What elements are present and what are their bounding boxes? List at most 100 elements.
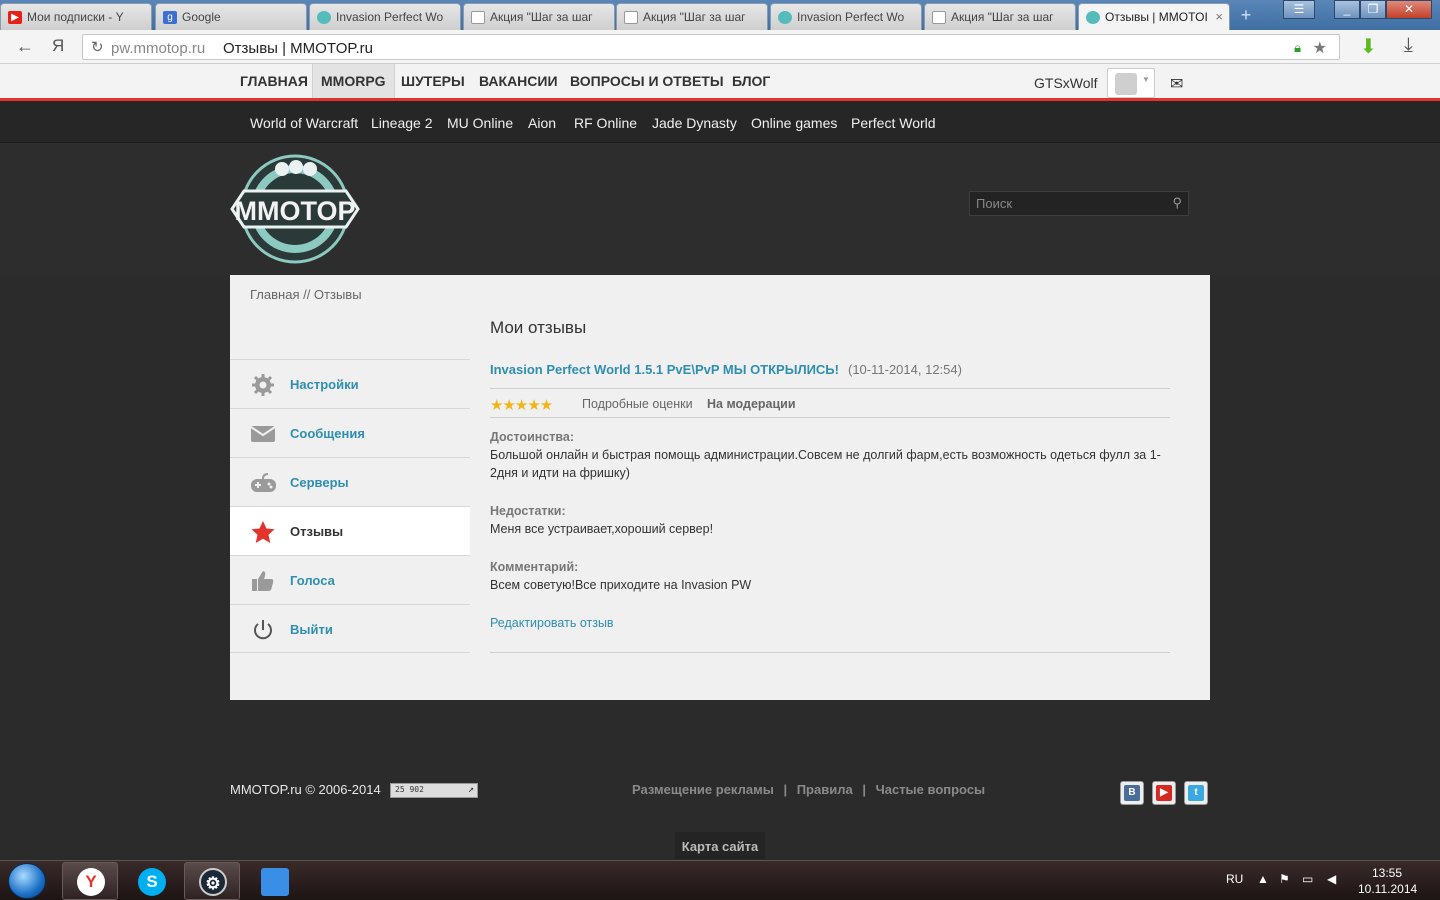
game-link[interactable]: MU Online bbox=[447, 115, 513, 131]
browser-tab[interactable]: Акция "Шаг за шаг bbox=[616, 3, 768, 30]
detailed-ratings-label[interactable]: Подробные оценки bbox=[582, 397, 693, 411]
nav-item-shooters[interactable]: ШУТЕРЫ bbox=[393, 64, 473, 98]
sidebar-item-settings[interactable]: Настройки bbox=[230, 359, 470, 408]
os-taskbar: Y S ⚙ RU ▲ ⚑ ▭ ◀ 13:55 10.11.2014 bbox=[0, 860, 1440, 900]
reload-icon[interactable]: ↻ bbox=[91, 38, 104, 56]
sidebar-item-servers[interactable]: Серверы bbox=[230, 457, 470, 506]
gamepad-icon bbox=[251, 473, 276, 492]
taskbar-steam[interactable]: ⚙ bbox=[184, 862, 240, 900]
site-top-nav: ГЛАВНАЯ MMORPG ШУТЕРЫ ВАКАНСИИ ВОПРОСЫ И… bbox=[0, 64, 1440, 101]
cons-text: Меня все устраивает,хороший сервер! bbox=[490, 522, 714, 536]
footer-link-faq[interactable]: Частые вопросы bbox=[876, 782, 986, 797]
downloads-icon[interactable]: ⤓ bbox=[1404, 34, 1413, 57]
game-link[interactable]: RF Online bbox=[574, 115, 637, 131]
browser-tab-bar: ▶ Мои подписки - Y g Google Invasion Per… bbox=[0, 0, 1440, 31]
search-box: ⚲ bbox=[969, 191, 1189, 216]
download-arrow-icon[interactable]: ⬇ bbox=[1360, 34, 1377, 59]
bookmark-star-icon[interactable]: ★ bbox=[1313, 38, 1327, 58]
sidebar-item-votes[interactable]: Голоса bbox=[230, 555, 470, 604]
minimize-button[interactable]: _ bbox=[1334, 0, 1360, 19]
game-link[interactable]: Aion bbox=[528, 115, 556, 131]
nav-item-vacancies[interactable]: ВАКАНСИИ bbox=[471, 64, 566, 98]
nav-item-home[interactable]: ГЛАВНАЯ bbox=[232, 64, 316, 98]
taskbar-yandex-browser[interactable]: Y bbox=[62, 862, 118, 900]
game-link[interactable]: Perfect World bbox=[851, 115, 936, 131]
game-link[interactable]: Jade Dynasty bbox=[652, 115, 737, 131]
browser-tab[interactable]: Invasion Perfect Wo bbox=[770, 3, 922, 30]
breadcrumb[interactable]: Главная // Отзывы bbox=[250, 287, 362, 302]
pros-text: Большой онлайн и быстрая помощь админист… bbox=[490, 448, 1161, 480]
close-tab-icon[interactable]: × bbox=[1215, 9, 1223, 24]
search-input[interactable] bbox=[970, 192, 1160, 215]
footer-link-ads[interactable]: Размещение рекламы bbox=[632, 782, 774, 797]
sidebar-item-logout[interactable]: Выйти bbox=[230, 604, 470, 653]
page-icon bbox=[932, 11, 946, 24]
nav-item-qa[interactable]: ВОПРОСЫ И ОТВЕТЫ bbox=[562, 64, 732, 98]
username[interactable]: GTSxWolf bbox=[1034, 75, 1098, 91]
tab-label: Мои подписки - Y bbox=[27, 10, 124, 24]
user-avatar-icon bbox=[1115, 73, 1137, 95]
system-clock[interactable]: 13:55 10.11.2014 bbox=[1358, 865, 1418, 897]
game-link[interactable]: World of Warcraft bbox=[250, 115, 358, 131]
chevron-down-icon: ▼ bbox=[1142, 75, 1150, 84]
review-server-link[interactable]: Invasion Perfect World 1.5.1 PvE\PvP МЫ … bbox=[490, 362, 839, 377]
browser-tab[interactable]: Акция "Шаг за шаг bbox=[463, 3, 615, 30]
divider bbox=[490, 388, 1170, 389]
browser-tab-active[interactable]: Отзывы | MMOTOI × bbox=[1078, 3, 1230, 31]
nav-item-blog[interactable]: БЛОГ bbox=[724, 64, 778, 98]
footer-separator: | bbox=[862, 782, 866, 797]
game-link[interactable]: Lineage 2 bbox=[371, 115, 433, 131]
youtube-button[interactable]: ▶ bbox=[1152, 781, 1176, 805]
sidebar-item-reviews[interactable]: Отзывы bbox=[230, 506, 470, 555]
close-window-button[interactable]: ✕ bbox=[1386, 0, 1432, 19]
clock-date: 10.11.2014 bbox=[1358, 882, 1418, 896]
nav-item-mmorpg[interactable]: MMORPG bbox=[312, 64, 395, 98]
start-button[interactable] bbox=[8, 863, 46, 899]
taskbar-app[interactable] bbox=[246, 862, 302, 900]
sidebar-item-messages[interactable]: Сообщения bbox=[230, 408, 470, 457]
taskbar-skype[interactable]: S bbox=[123, 862, 179, 900]
back-arrow-icon[interactable]: ← bbox=[16, 36, 34, 57]
tray-arrow-icon[interactable]: ▲ bbox=[1257, 872, 1269, 886]
browser-tab[interactable]: Invasion Perfect Wo bbox=[309, 3, 461, 30]
maximize-button[interactable]: ❐ bbox=[1360, 0, 1386, 19]
url-field[interactable]: ↻ pw.mmotop.ru Отзывы | MMOTOP.ru 🔒︎ ★ bbox=[82, 34, 1340, 60]
search-icon[interactable]: ⚲ bbox=[1172, 195, 1182, 211]
new-tab-button[interactable]: + bbox=[1236, 6, 1256, 24]
yandex-button[interactable]: Я bbox=[52, 36, 64, 56]
edit-review-link[interactable]: Редактировать отзыв bbox=[490, 616, 614, 630]
sidebar-item-label: Голоса bbox=[290, 573, 335, 588]
browser-tab[interactable]: Акция "Шаг за шаг bbox=[924, 3, 1076, 30]
sidebar-item-label: Отзывы bbox=[290, 524, 344, 539]
sitemap-button[interactable]: Карта сайта bbox=[675, 832, 765, 859]
footer-separator: | bbox=[783, 782, 788, 797]
google-icon: g bbox=[163, 11, 177, 24]
envelope-icon bbox=[250, 426, 276, 442]
browser-tab[interactable]: g Google bbox=[155, 3, 307, 30]
sidebar-item-label: Серверы bbox=[290, 475, 349, 490]
mail-icon[interactable]: ✉ bbox=[1170, 74, 1183, 94]
vk-button[interactable]: B bbox=[1120, 781, 1144, 805]
rating-stars: ★★★★★ bbox=[490, 397, 553, 414]
star-icon bbox=[251, 521, 275, 543]
power-icon bbox=[254, 620, 272, 640]
visit-counter[interactable]: 25 902 ↗ bbox=[390, 783, 478, 798]
twitter-button[interactable]: t bbox=[1184, 781, 1208, 805]
tab-label: Акция "Шаг за шаг bbox=[643, 10, 746, 24]
sidebar-item-label: Выйти bbox=[290, 622, 333, 637]
sidebar-item-label: Настройки bbox=[290, 377, 359, 392]
game-link[interactable]: Online games bbox=[751, 115, 837, 131]
browser-tab[interactable]: ▶ Мои подписки - Y bbox=[0, 3, 152, 30]
menu-button[interactable]: ☰ bbox=[1283, 0, 1315, 19]
mmotop-logo[interactable]: MMOTOP bbox=[230, 153, 360, 265]
youtube-icon: ▶ bbox=[1156, 785, 1172, 801]
action-center-icon[interactable]: ⚑ bbox=[1279, 872, 1290, 886]
copyright: MMOTOP.ru © 2006-2014 bbox=[230, 782, 381, 797]
avatar[interactable]: ▼ bbox=[1107, 68, 1155, 98]
language-indicator[interactable]: RU bbox=[1226, 872, 1243, 886]
pros-label: Достоинства: bbox=[490, 430, 575, 444]
network-icon[interactable]: ▭ bbox=[1302, 872, 1313, 886]
volume-icon[interactable]: ◀ bbox=[1327, 872, 1336, 886]
footer-link-rules[interactable]: Правила bbox=[797, 782, 853, 797]
divider bbox=[490, 652, 1170, 653]
